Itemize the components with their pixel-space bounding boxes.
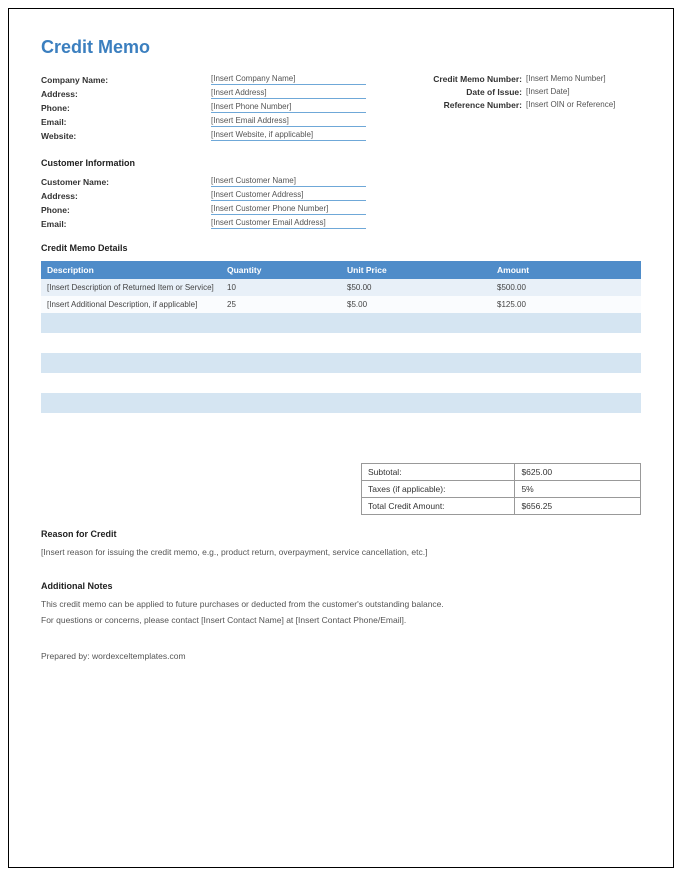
total-credit-value: $656.25 (515, 498, 641, 515)
customer-email-label: Email: (41, 219, 211, 229)
notes-heading: Additional Notes (41, 581, 641, 591)
company-phone-label: Phone: (41, 103, 211, 113)
company-website-label: Website: (41, 131, 211, 141)
memo-number-value: [Insert Memo Number] (526, 74, 641, 84)
memo-ref-value: [Insert OIN or Reference] (526, 100, 641, 110)
customer-name-label: Customer Name: (41, 177, 211, 187)
taxes-label: Taxes (if applicable): (362, 481, 515, 498)
company-column: Company Name: [Insert Company Name] Addr… (41, 74, 366, 144)
cell-unit: $50.00 (341, 279, 491, 296)
table-row-empty (41, 373, 641, 393)
cell-unit: $5.00 (341, 296, 491, 313)
reason-heading: Reason for Credit (41, 529, 641, 539)
memo-number-label: Credit Memo Number: (406, 74, 526, 84)
prepared-by: Prepared by: wordexceltemplates.com (41, 651, 641, 661)
company-email-value: [Insert Email Address] (211, 116, 366, 127)
customer-name-value: [Insert Customer Name] (211, 176, 366, 187)
customer-phone-value: [Insert Customer Phone Number] (211, 204, 366, 215)
total-credit-label: Total Credit Amount: (362, 498, 515, 515)
memo-meta-column: Credit Memo Number: [Insert Memo Number]… (406, 74, 641, 144)
customer-email-value: [Insert Customer Email Address] (211, 218, 366, 229)
company-name-value: [Insert Company Name] (211, 74, 366, 85)
table-row-empty (41, 393, 641, 413)
memo-ref-label: Reference Number: (406, 100, 526, 110)
th-quantity: Quantity (221, 261, 341, 279)
th-unit-price: Unit Price (341, 261, 491, 279)
cell-qty: 25 (221, 296, 341, 313)
th-description: Description (41, 261, 221, 279)
subtotal-value: $625.00 (515, 464, 641, 481)
table-row-empty (41, 313, 641, 333)
totals-table: Subtotal: $625.00 Taxes (if applicable):… (361, 463, 641, 515)
th-amount: Amount (491, 261, 641, 279)
table-row: [Insert Description of Returned Item or … (41, 279, 641, 296)
cell-desc: [Insert Additional Description, if appli… (41, 296, 221, 313)
cell-amount: $125.00 (491, 296, 641, 313)
header-info-grid: Company Name: [Insert Company Name] Addr… (41, 74, 641, 144)
document-page: Credit Memo Company Name: [Insert Compan… (8, 8, 674, 868)
cell-qty: 10 (221, 279, 341, 296)
customer-heading: Customer Information (41, 158, 641, 168)
memo-date-label: Date of Issue: (406, 87, 526, 97)
company-email-label: Email: (41, 117, 211, 127)
details-table: Description Quantity Unit Price Amount [… (41, 261, 641, 413)
details-heading: Credit Memo Details (41, 243, 641, 253)
notes-line-1: This credit memo can be applied to futur… (41, 599, 641, 611)
cell-amount: $500.00 (491, 279, 641, 296)
page-title: Credit Memo (41, 37, 641, 58)
notes-line-2: For questions or concerns, please contac… (41, 615, 641, 627)
table-row: [Insert Additional Description, if appli… (41, 296, 641, 313)
table-row-empty (41, 333, 641, 353)
company-address-label: Address: (41, 89, 211, 99)
cell-desc: [Insert Description of Returned Item or … (41, 279, 221, 296)
taxes-value: 5% (515, 481, 641, 498)
table-row-empty (41, 353, 641, 373)
customer-phone-label: Phone: (41, 205, 211, 215)
company-address-value: [Insert Address] (211, 88, 366, 99)
company-website-value: [Insert Website, if applicable] (211, 130, 366, 141)
customer-address-value: [Insert Customer Address] (211, 190, 366, 201)
customer-column: Customer Name: [Insert Customer Name] Ad… (41, 176, 381, 229)
company-name-label: Company Name: (41, 75, 211, 85)
reason-text: [Insert reason for issuing the credit me… (41, 547, 641, 559)
subtotal-label: Subtotal: (362, 464, 515, 481)
memo-date-value: [Insert Date] (526, 87, 641, 97)
company-phone-value: [Insert Phone Number] (211, 102, 366, 113)
customer-address-label: Address: (41, 191, 211, 201)
